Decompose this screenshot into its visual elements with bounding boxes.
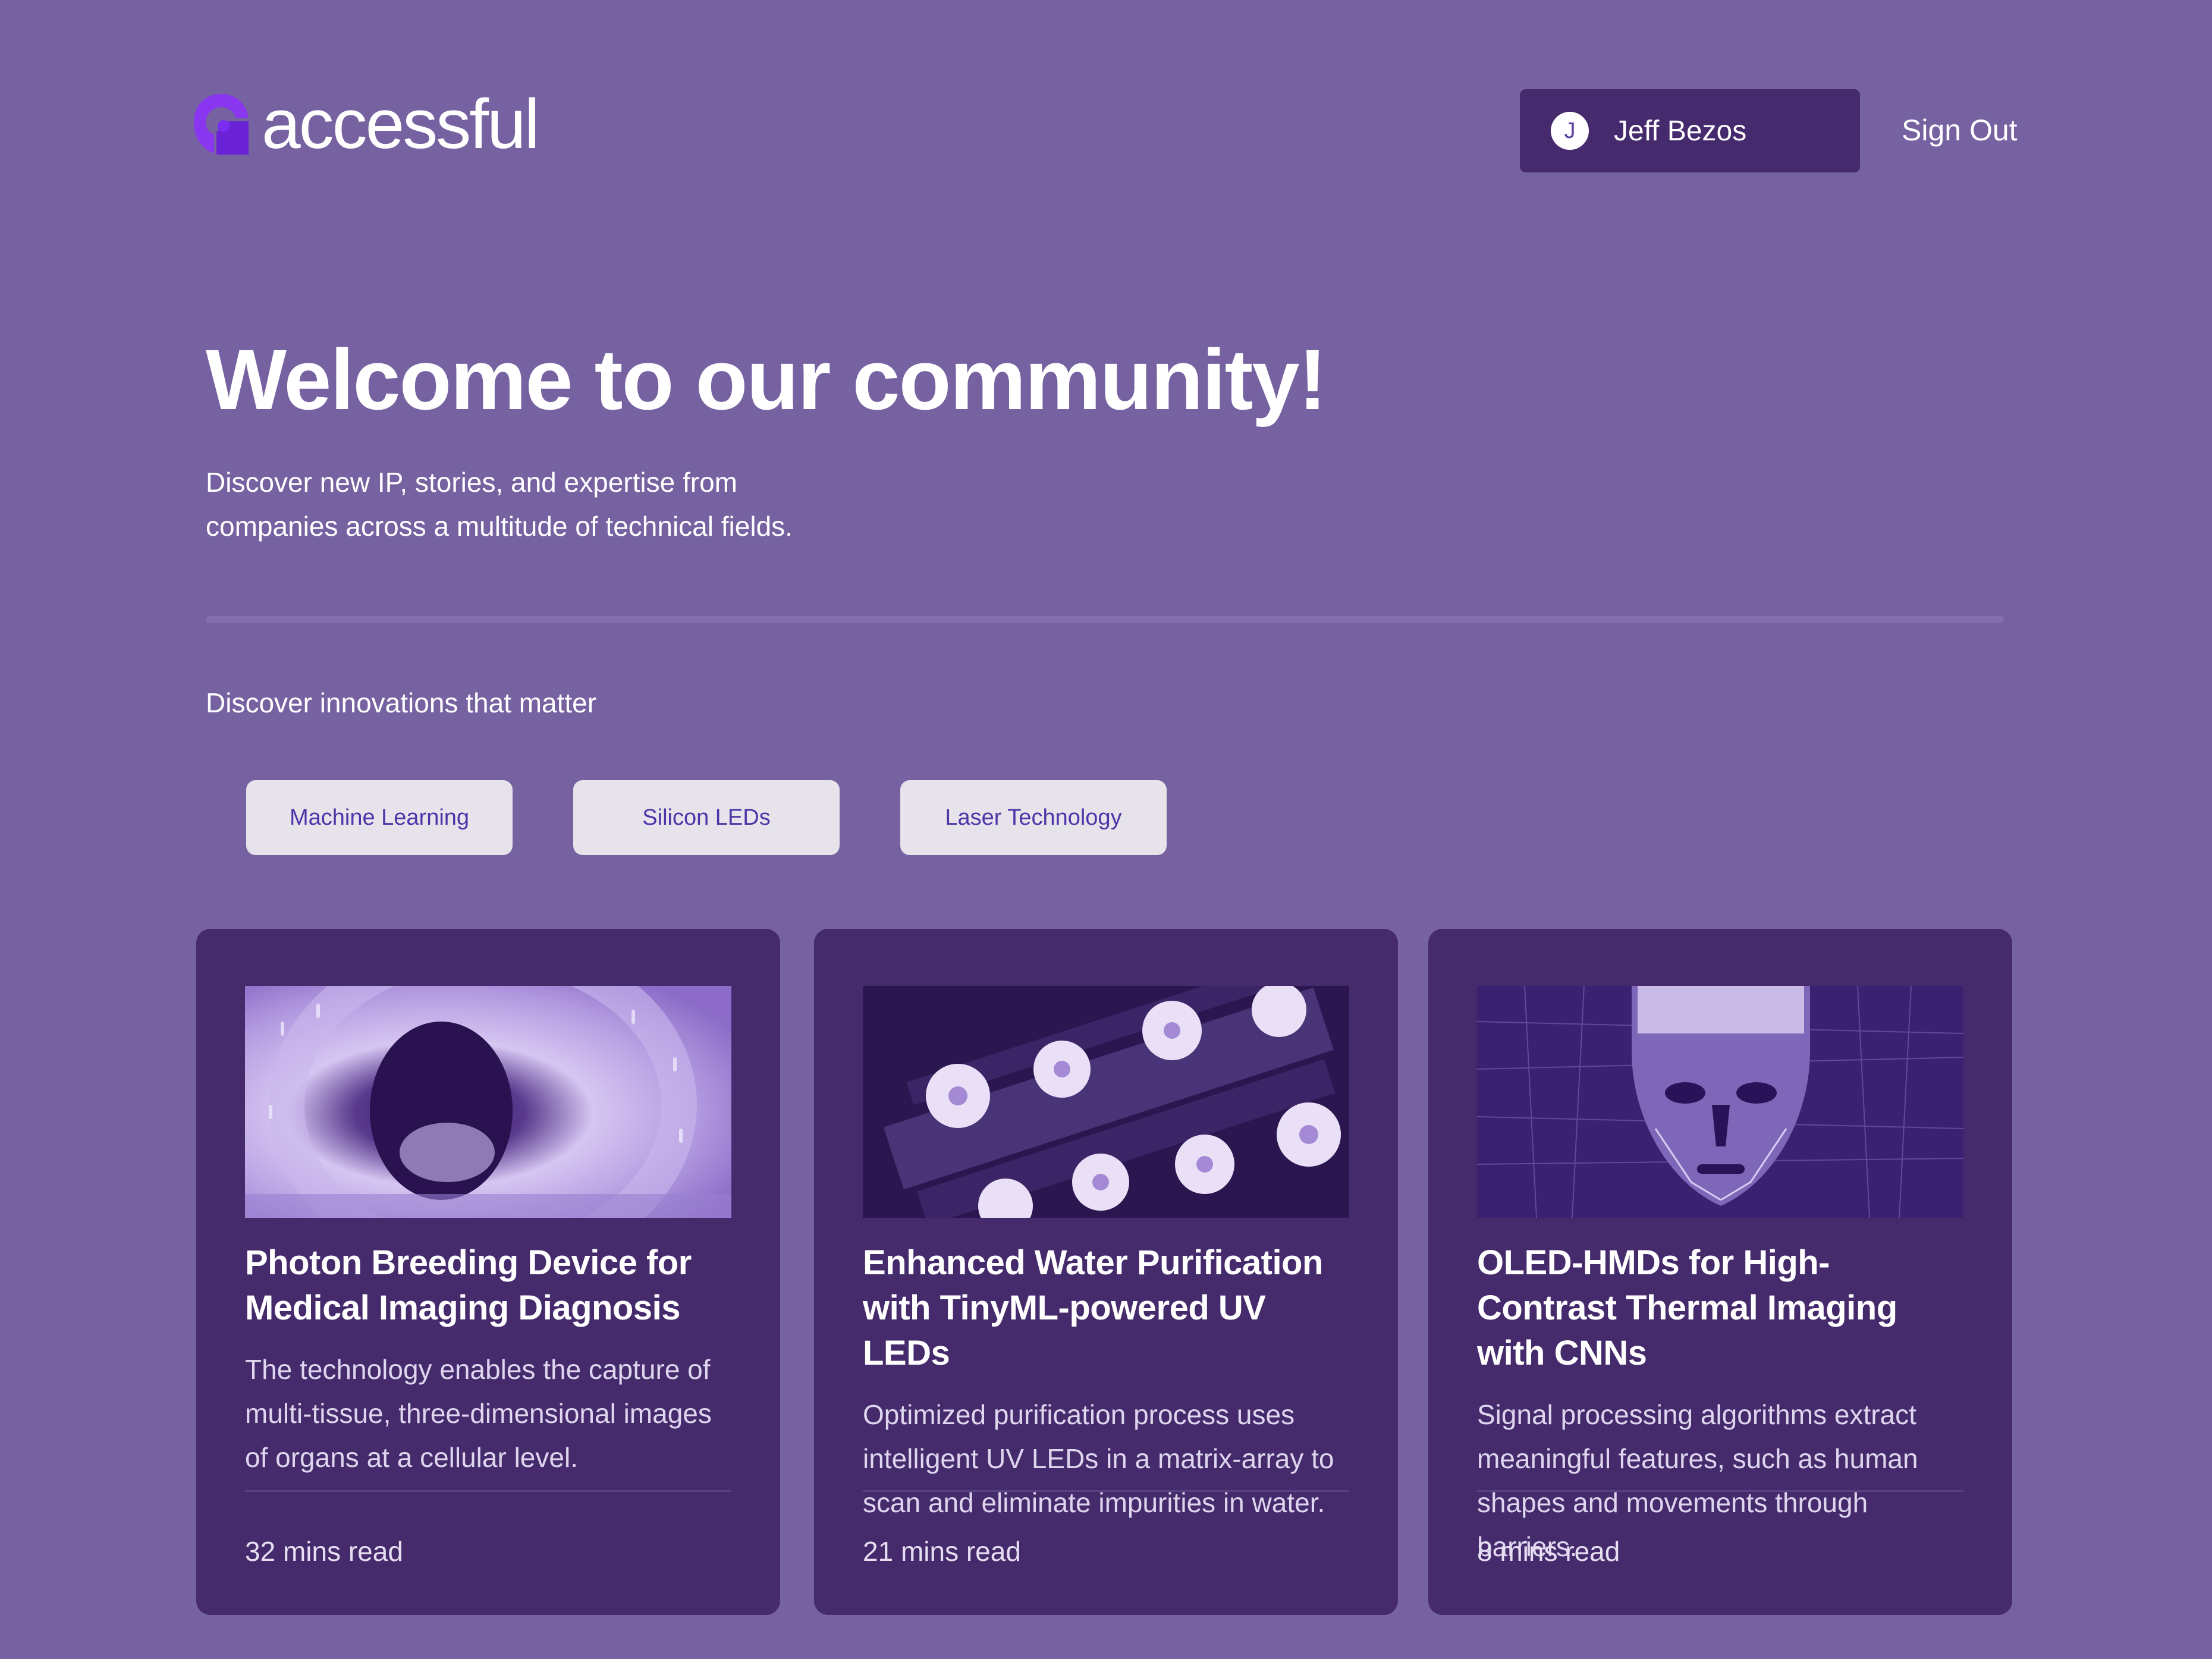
user-menu-button[interactable]: J Jeff Bezos	[1520, 89, 1860, 172]
card-read-time: 32 mins read	[245, 1536, 403, 1567]
card-title: OLED-HMDs for High-Contrast Thermal Imag…	[1477, 1243, 1897, 1372]
card-divider	[245, 1490, 731, 1492]
article-card[interactable]: OLED-HMDs for High-Contrast Thermal Imag…	[1428, 929, 2012, 1615]
topic-chip-silicon-leds[interactable]: Silicon LEDs	[573, 780, 840, 855]
card-description: The technology enables the capture of mu…	[245, 1354, 712, 1473]
avatar: J	[1551, 112, 1589, 150]
card-image-uv-leds	[863, 986, 1349, 1218]
card-divider	[1477, 1490, 1963, 1492]
page-title: Welcome to our community!	[206, 332, 1327, 428]
section-divider	[206, 616, 2004, 623]
card-description: Optimized purification process uses inte…	[863, 1399, 1334, 1518]
user-name: Jeff Bezos	[1614, 115, 1747, 147]
card-title: Enhanced Water Purification with TinyML-…	[863, 1243, 1323, 1372]
topics-heading: Discover innovations that matter	[206, 687, 597, 718]
logo-mark-icon	[193, 92, 250, 157]
card-read-time: 21 mins read	[863, 1536, 1021, 1567]
card-image-mri-scanner	[245, 986, 731, 1218]
article-card[interactable]: Photon Breeding Device for Medical Imagi…	[196, 929, 780, 1615]
sign-out-link[interactable]: Sign Out	[1902, 113, 2018, 147]
logo[interactable]: accessful	[193, 85, 540, 164]
card-title: Photon Breeding Device for Medical Imagi…	[245, 1243, 692, 1327]
logo-text: accessful	[262, 85, 540, 164]
article-card[interactable]: Enhanced Water Purification with TinyML-…	[814, 929, 1398, 1615]
topic-chip-laser-technology[interactable]: Laser Technology	[900, 780, 1167, 855]
topic-chip-machine-learning[interactable]: Machine Learning	[246, 780, 513, 855]
card-image-thermal-face	[1477, 986, 1963, 1218]
hero-subtitle: Discover new IP, stories, and expertise …	[206, 467, 793, 542]
card-divider	[863, 1490, 1349, 1492]
card-read-time: 8 mins read	[1477, 1536, 1620, 1567]
